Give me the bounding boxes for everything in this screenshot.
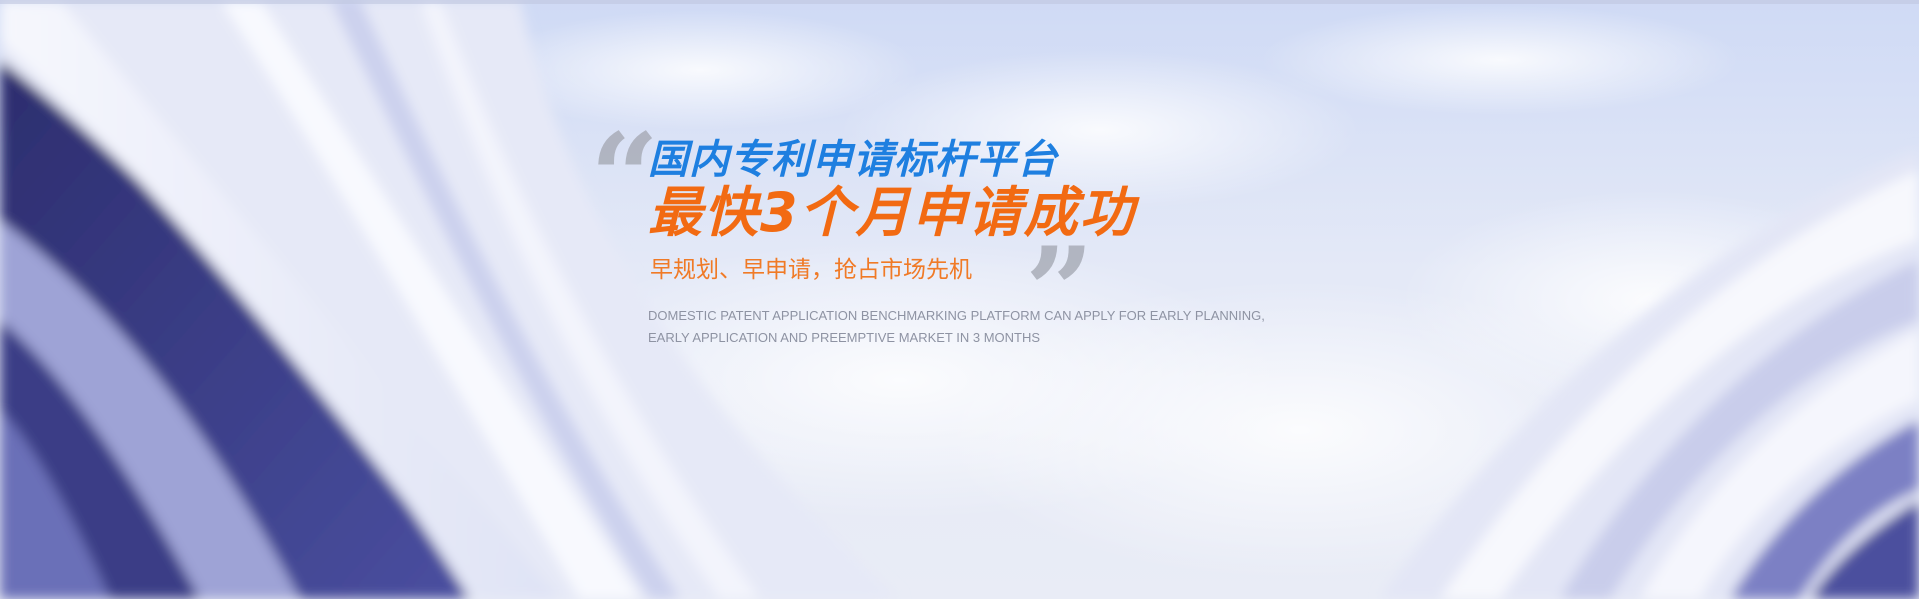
open-quote-mark-icon: “ — [590, 107, 659, 248]
hero-banner: “ 国内专利申请标杆平台 最快3个月申请成功 早规划、早申请，抢占市场先机 ” … — [0, 0, 1919, 599]
headline-primary: 国内专利申请标杆平台 — [648, 137, 1058, 183]
background-architecture-image — [0, 0, 1919, 599]
english-description-line-1: DOMESTIC PATENT APPLICATION BENCHMARKING… — [648, 308, 1265, 323]
english-description-line-2: EARLY APPLICATION AND PREEMPTIVE MARKET … — [648, 330, 1041, 345]
slogan-text: 早规划、早申请，抢占市场先机 — [650, 257, 972, 283]
english-description: DOMESTIC PATENT APPLICATION BENCHMARKING… — [648, 305, 1265, 349]
